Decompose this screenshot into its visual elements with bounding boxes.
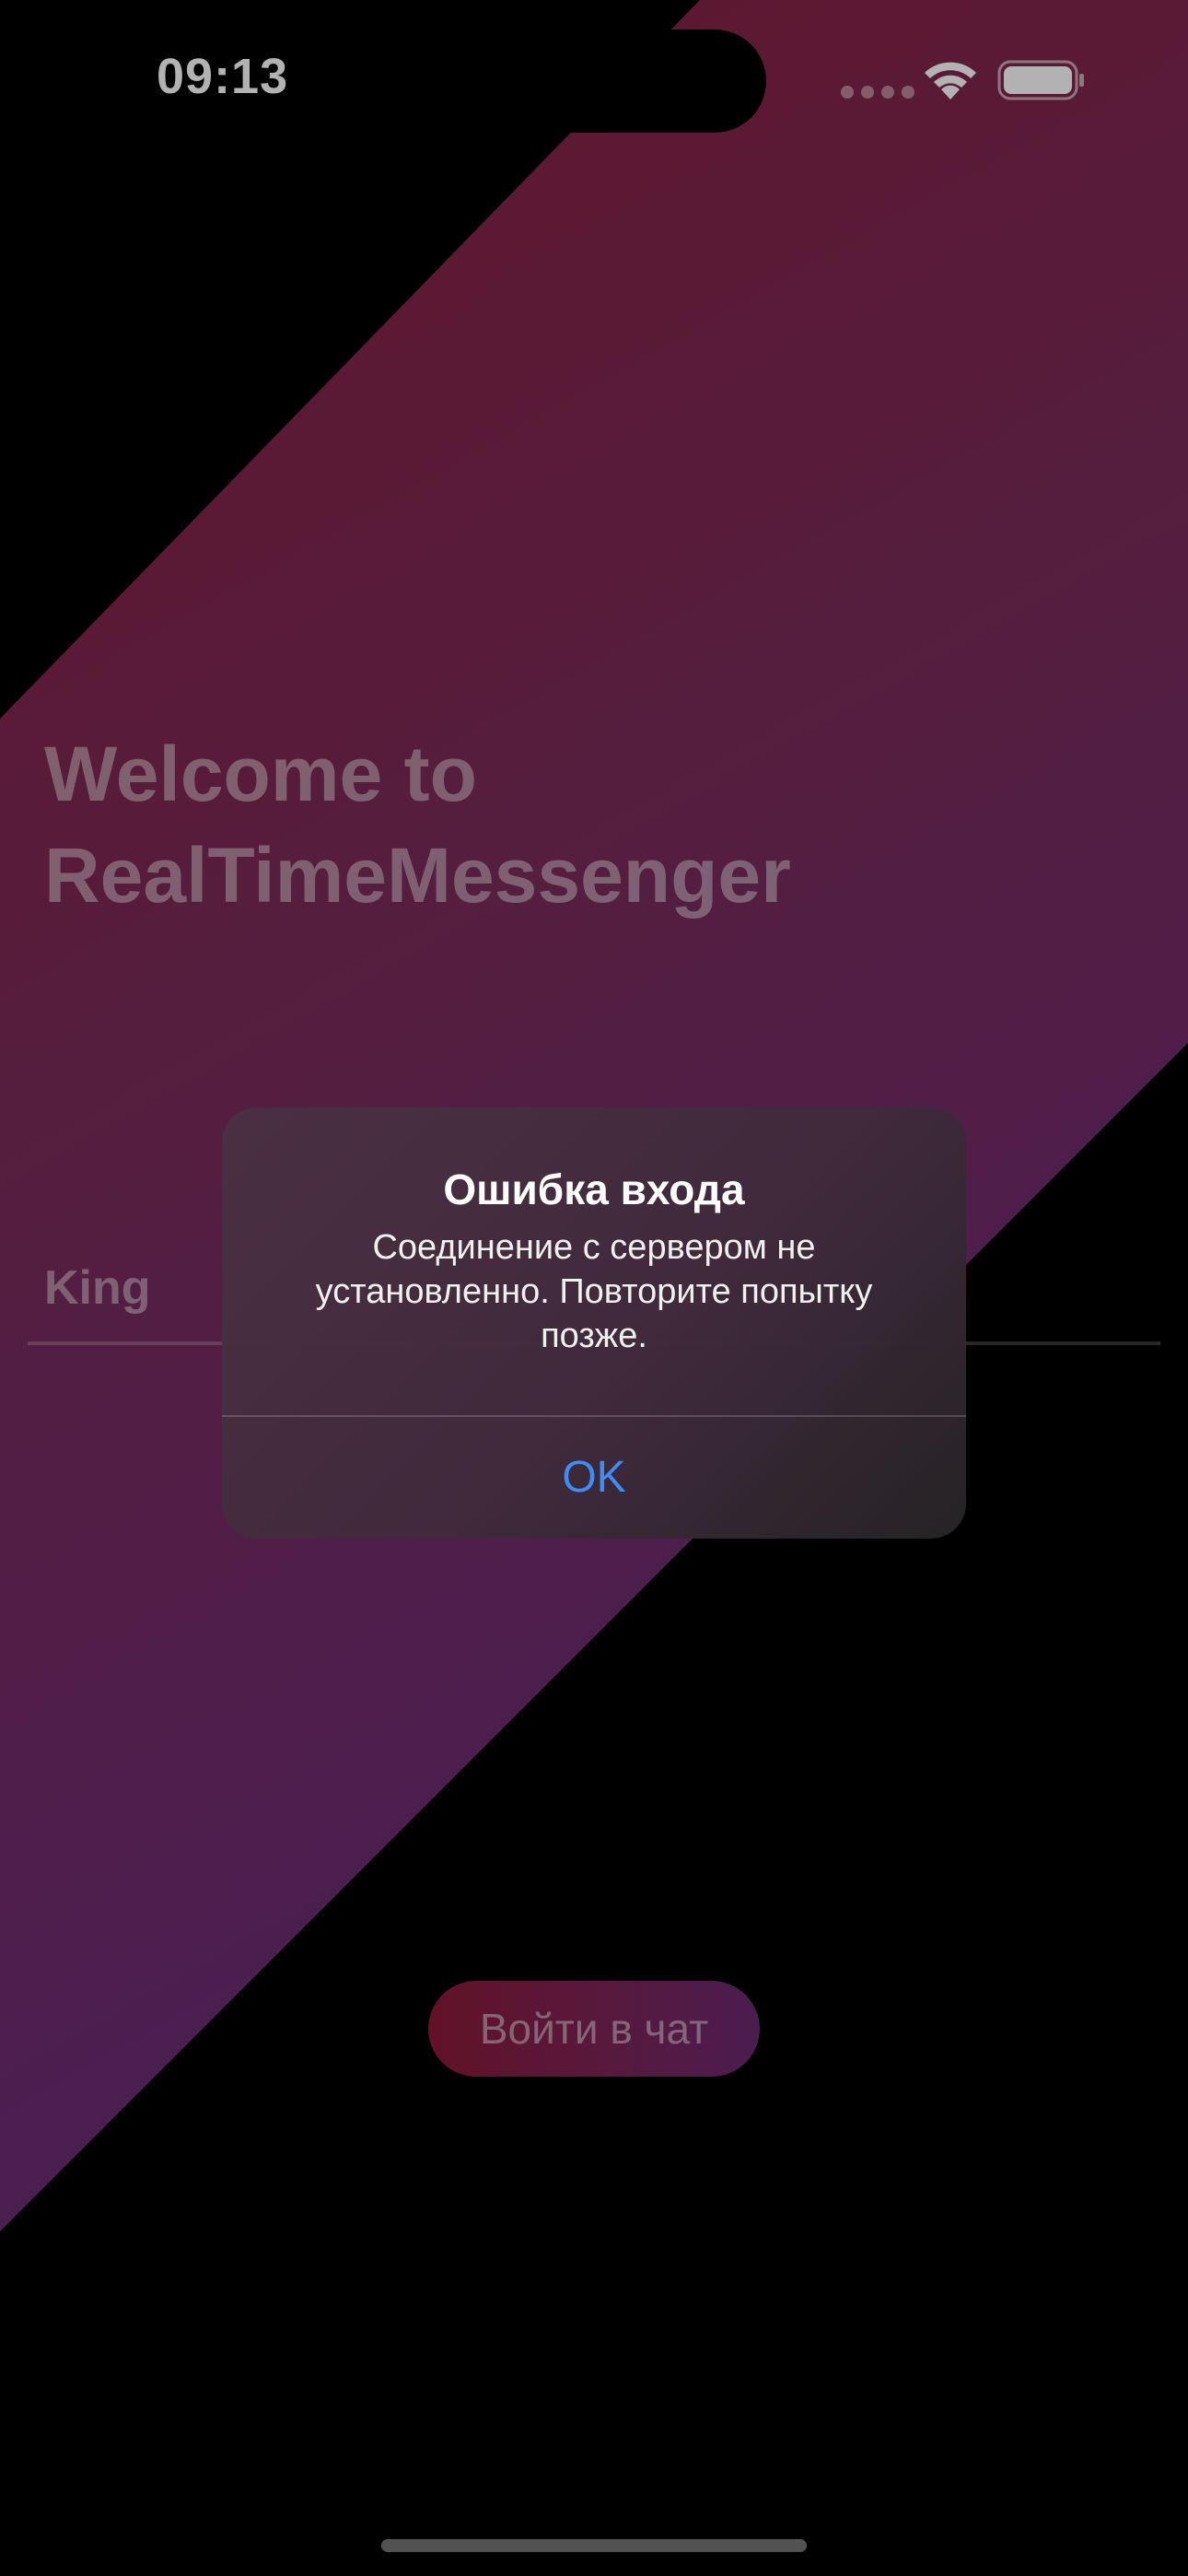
error-alert-dialog: Ошибка входа Соединение с сервером не ус… bbox=[222, 1107, 966, 1539]
alert-ok-button[interactable]: OK bbox=[222, 1417, 966, 1539]
alert-message: Соединение с сервером не установленно. П… bbox=[315, 1228, 873, 1355]
alert-title: Ошибка входа bbox=[443, 1165, 745, 1213]
home-indicator[interactable] bbox=[381, 2539, 807, 2552]
